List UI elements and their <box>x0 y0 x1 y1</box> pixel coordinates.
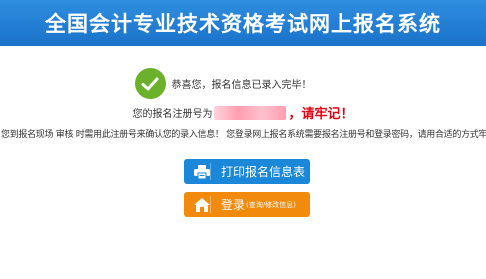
remember-warning: ，请牢记！ <box>288 107 354 122</box>
login-button-divider <box>210 196 211 213</box>
page-title: 全国会计专业技术资格考试网上报名系统 <box>45 12 441 36</box>
registration-number-row: 您的报名注册号为 ，请牢记！ <box>0 103 486 122</box>
print-button-divider <box>210 163 211 180</box>
success-message: 恭喜您，报名信息已录入完毕！ <box>171 80 312 91</box>
notice-text: 您到报名现场 审核 时需用此注册号来确认您的录入信息！ 您登录网上报名系统需要报… <box>1 130 486 140</box>
success-message-row: 恭喜您，报名信息已录入完毕！ <box>0 68 486 99</box>
registration-number-masked <box>214 105 287 120</box>
registration-prefix: 您的报名注册号为 <box>132 109 213 120</box>
check-icon <box>134 68 166 99</box>
print-registration-form-button[interactable]: 打印报名信息表 <box>184 159 310 184</box>
page-header: 全国会计专业技术资格考试网上报名系统 <box>0 0 486 46</box>
login-button[interactable]: 登录 (查询/修改信息) <box>184 192 310 217</box>
login-button-sublabel: (查询/修改信息) <box>246 200 296 209</box>
login-button-label: 登录 <box>221 198 246 212</box>
print-button-label: 打印报名信息表 <box>221 165 306 179</box>
